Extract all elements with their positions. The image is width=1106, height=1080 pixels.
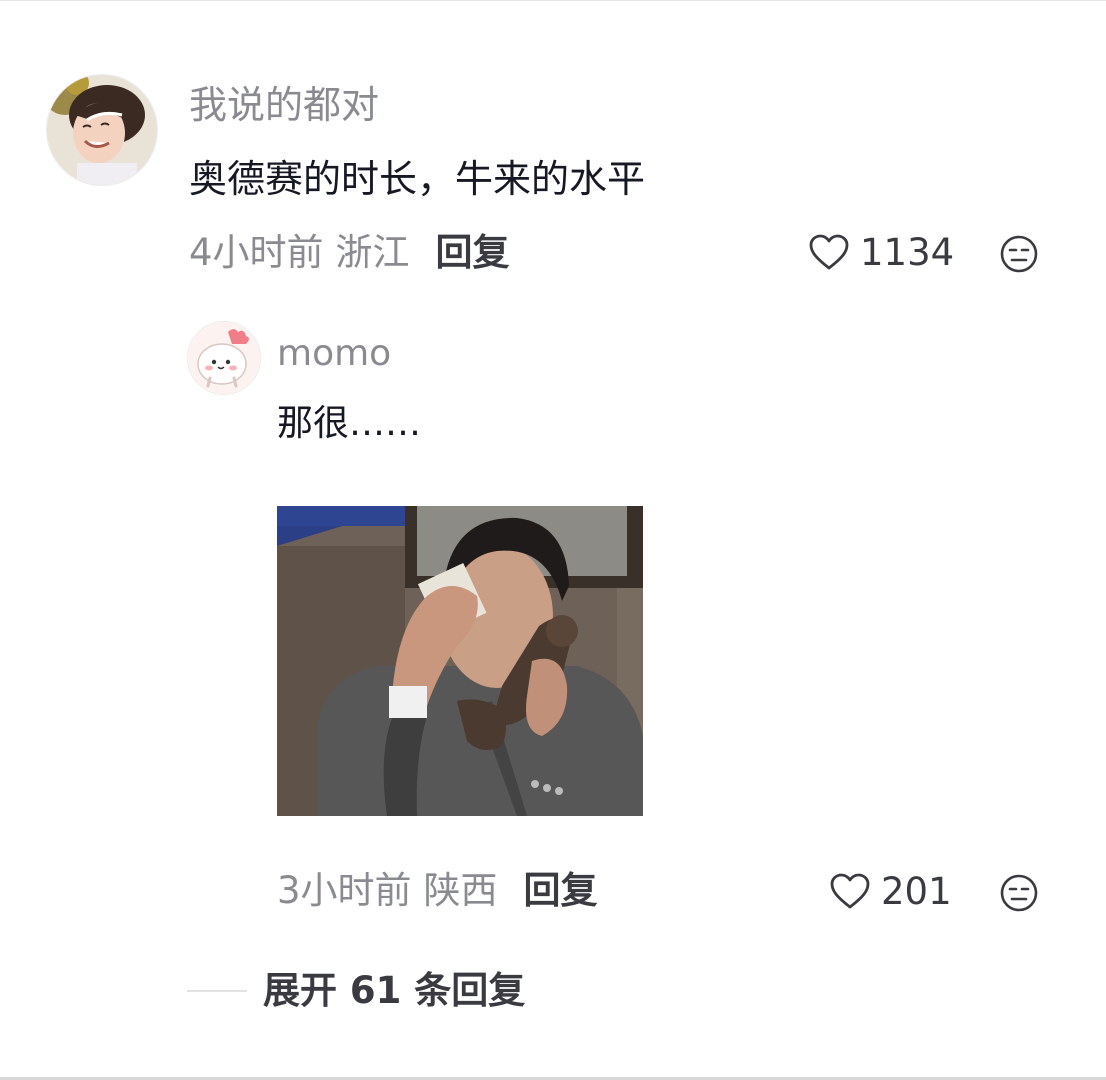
comment-location: 浙江: [335, 231, 410, 274]
reply-like-button[interactable]: 201: [829, 872, 952, 910]
reply-text: 那很……: [277, 403, 422, 444]
comment-time: 4小时前: [189, 231, 324, 274]
expand-replies-button[interactable]: 展开 61 条回复: [263, 972, 525, 1009]
reply-location: 陕西: [423, 869, 498, 912]
commenter-username[interactable]: 我说的都对: [189, 86, 379, 124]
reply-like-count: 201: [881, 869, 952, 913]
reply-username[interactable]: momo: [277, 336, 391, 372]
reply-dislike-button[interactable]: [999, 873, 1039, 913]
meh-face-icon: [1000, 235, 1038, 273]
reply-meta: 3小时前 陕西 回复: [277, 872, 598, 909]
heart-outline-icon: [830, 873, 870, 909]
comment-meta: 4小时前 浙江 回复: [189, 234, 510, 271]
expand-divider: [187, 990, 247, 992]
reply-time: 3小时前: [277, 869, 412, 912]
comment-dislike-button[interactable]: [999, 234, 1039, 274]
reply-avatar[interactable]: [187, 321, 261, 395]
comment-reply-button[interactable]: 回复: [436, 234, 510, 271]
comment-like-count: 1134: [860, 230, 955, 274]
reply-reply-button[interactable]: 回复: [524, 872, 598, 909]
top-divider: [0, 0, 1106, 1]
comment-like-button[interactable]: 1134: [808, 233, 954, 271]
meh-face-icon: [1000, 874, 1038, 912]
heart-outline-icon: [809, 234, 849, 270]
commenter-avatar[interactable]: [46, 74, 158, 186]
reply-meme-image[interactable]: [277, 506, 643, 816]
comment-text: 奥德赛的时长，牛来的水平: [189, 157, 646, 201]
